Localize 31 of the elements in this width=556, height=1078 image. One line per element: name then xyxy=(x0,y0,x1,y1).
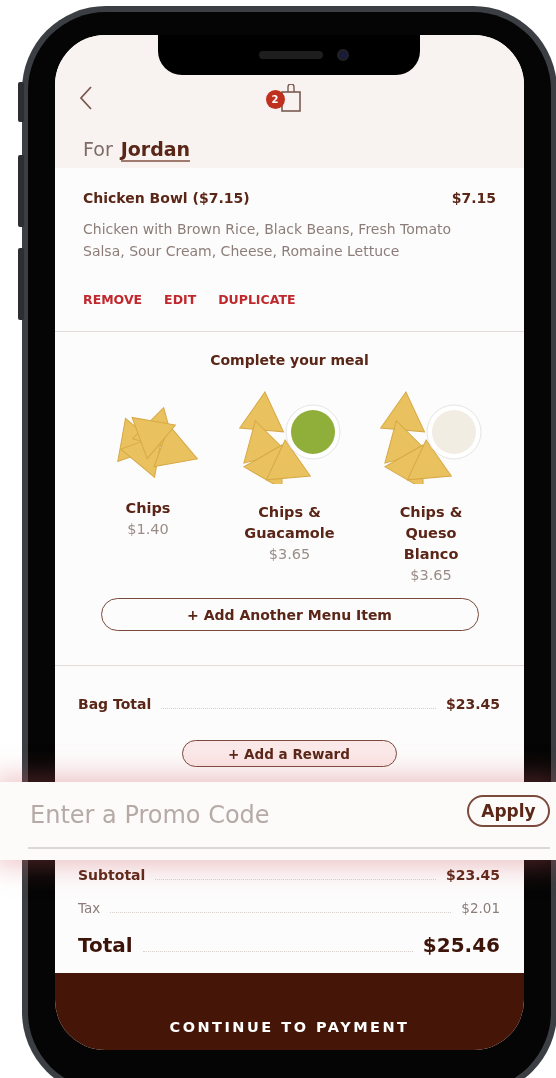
camera-lens xyxy=(337,49,349,61)
product-price: $1.40 xyxy=(127,520,169,540)
item-title: Chicken Bowl ($7.15) xyxy=(83,189,250,206)
summary-value: $25.46 xyxy=(422,933,500,958)
add-reward-button[interactable]: + Add a Reward xyxy=(181,740,397,768)
summary-label: Subtotal xyxy=(78,867,146,884)
item-action-link[interactable]: EDIT xyxy=(164,291,197,307)
summary-value: $2.01 xyxy=(461,900,500,917)
for-label: For xyxy=(83,138,113,160)
item-description: Chicken with Brown Rice, Black Beans, Fresh Tomato Salsa, Sour Cream, Cheese, Romaine Lettuce xyxy=(83,219,453,261)
count-badge: 2 xyxy=(265,90,285,109)
item-action-link[interactable]: REMOVE xyxy=(83,291,143,307)
back-icon[interactable] xyxy=(79,86,93,110)
summary-label: Tax xyxy=(78,900,101,917)
continue-button[interactable]: CONTINUE TO PAYMENT xyxy=(55,973,524,1050)
item-action-link[interactable]: DUPLICATE xyxy=(218,291,296,307)
summary-value: $23.45 xyxy=(445,867,500,884)
summary-label: Total xyxy=(78,933,133,958)
product-name[interactable]: Chips & Guacamole xyxy=(235,502,344,545)
speaker-grille xyxy=(259,51,323,59)
promo-code-field[interactable]: Enter a Promo Code xyxy=(28,799,467,830)
section-title: Complete your meal xyxy=(209,352,370,369)
apply-button[interactable]: Apply xyxy=(467,794,550,827)
summary-value: $23.45 xyxy=(445,696,500,713)
summary-label: Bag Total xyxy=(78,696,152,713)
item-price: $7.15 xyxy=(451,189,496,206)
customer-name[interactable]: Jordan xyxy=(120,138,191,162)
product-price: $3.65 xyxy=(268,545,311,565)
product-price: $3.65 xyxy=(410,566,452,586)
product-name[interactable]: Chips xyxy=(94,498,202,520)
product-name[interactable]: Chips & Queso Blanco xyxy=(377,502,485,566)
